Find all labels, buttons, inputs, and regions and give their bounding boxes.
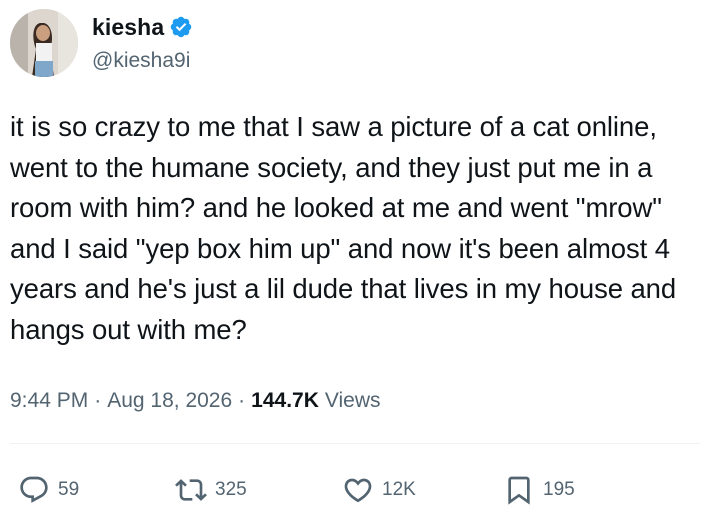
- like-count: 12K: [382, 479, 416, 500]
- author-display-name[interactable]: kiesha: [92, 14, 164, 41]
- author-name-row: kiesha: [92, 12, 193, 42]
- retweet-icon: [175, 474, 207, 506]
- tweet-time[interactable]: 9:44 PM: [10, 389, 88, 413]
- views-count[interactable]: 144.7K: [251, 389, 319, 413]
- tweet-date[interactable]: Aug 18, 2026: [107, 389, 232, 413]
- tweet-card: kiesha @kiesha9i it is so crazy to me th…: [0, 0, 709, 517]
- avatar[interactable]: [10, 9, 78, 77]
- tweet-meta: 9:44 PM · Aug 18, 2026 · 144.7K Views: [10, 386, 381, 416]
- like-button[interactable]: 12K: [342, 471, 416, 509]
- bookmark-icon: [503, 474, 535, 506]
- reply-count: 59: [58, 479, 80, 500]
- heart-icon: [342, 474, 374, 506]
- action-bar: 59 325 12K 195: [0, 471, 709, 509]
- views-label[interactable]: Views: [325, 389, 381, 413]
- reply-button[interactable]: 59: [18, 471, 79, 509]
- verified-badge-icon: [169, 15, 193, 39]
- avatar-image: [10, 9, 78, 77]
- author-handle[interactable]: @kiesha9i: [92, 49, 190, 73]
- tweet-text: it is so crazy to me that I saw a pictur…: [10, 111, 677, 345]
- meta-separator: ·: [238, 389, 246, 412]
- bookmark-button[interactable]: 195: [503, 471, 575, 509]
- divider: [10, 443, 700, 444]
- bookmark-count: 195: [543, 479, 575, 500]
- meta-separator: ·: [94, 389, 102, 412]
- reply-icon: [18, 474, 50, 506]
- retweet-button[interactable]: 325: [175, 471, 247, 509]
- retweet-count: 325: [215, 479, 247, 500]
